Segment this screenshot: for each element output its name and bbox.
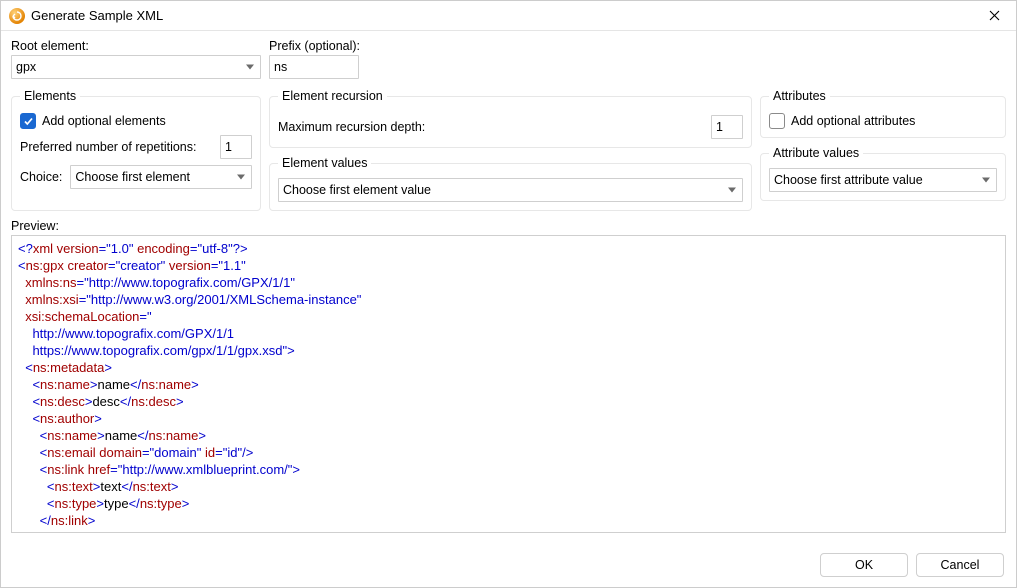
preview-label: Preview: xyxy=(11,219,1006,233)
element-values-group: Element values xyxy=(269,156,752,211)
preview-pane[interactable]: <?xml version="1.0" encoding="utf-8"?><n… xyxy=(11,235,1006,533)
ok-button[interactable]: OK xyxy=(820,553,908,577)
root-element-label: Root element: xyxy=(11,39,261,53)
add-optional-attributes-checkbox[interactable] xyxy=(769,113,785,129)
preview-line: <ns:name>name</ns:name> xyxy=(18,427,999,444)
add-optional-elements-label: Add optional elements xyxy=(42,114,166,128)
preview-line: xmlns:ns="http://www.topografix.com/GPX/… xyxy=(18,274,999,291)
preview-line: xmlns:xsi="http://www.w3.org/2001/XMLSch… xyxy=(18,291,999,308)
choice-label: Choice: xyxy=(20,170,62,184)
root-element-combo[interactable] xyxy=(11,55,261,79)
preview-line: <ns:email domain="domain" id="id"/> xyxy=(18,444,999,461)
choice-combo[interactable] xyxy=(70,165,252,189)
max-depth-input[interactable] xyxy=(711,115,743,139)
attributes-legend: Attributes xyxy=(769,89,830,103)
elements-legend: Elements xyxy=(20,89,80,103)
recursion-legend: Element recursion xyxy=(278,89,387,103)
cancel-button[interactable]: Cancel xyxy=(916,553,1004,577)
preview-line: xsi:schemaLocation=" xyxy=(18,308,999,325)
close-icon[interactable] xyxy=(980,2,1008,30)
preview-line: </ns:author> xyxy=(18,529,999,533)
preview-line: <?xml version="1.0" encoding="utf-8"?> xyxy=(18,240,999,257)
add-optional-elements-checkbox[interactable] xyxy=(20,113,36,129)
prefix-input[interactable] xyxy=(269,55,359,79)
preview-line: <ns:gpx creator="creator" version="1.1" xyxy=(18,257,999,274)
add-optional-attributes-label: Add optional attributes xyxy=(791,114,915,128)
attributes-group: Attributes Add optional attributes xyxy=(760,89,1006,138)
title-bar: Generate Sample XML xyxy=(1,1,1016,31)
pref-reps-label: Preferred number of repetitions: xyxy=(20,140,196,154)
preview-line: http://www.topografix.com/GPX/1/1 xyxy=(18,325,999,342)
max-depth-label: Maximum recursion depth: xyxy=(278,120,425,134)
element-values-legend: Element values xyxy=(278,156,371,170)
prefix-label: Prefix (optional): xyxy=(269,39,389,53)
preview-line: <ns:link href="http://www.xmlblueprint.c… xyxy=(18,461,999,478)
app-icon xyxy=(9,8,25,24)
pref-reps-input[interactable] xyxy=(220,135,252,159)
preview-line: <ns:metadata> xyxy=(18,359,999,376)
preview-line: <ns:text>text</ns:text> xyxy=(18,478,999,495)
elements-group: Elements Add optional elements Preferred… xyxy=(11,89,261,211)
window-title: Generate Sample XML xyxy=(31,8,980,23)
preview-line: <ns:author> xyxy=(18,410,999,427)
recursion-group: Element recursion Maximum recursion dept… xyxy=(269,89,752,148)
preview-line: https://www.topografix.com/gpx/1/1/gpx.x… xyxy=(18,342,999,359)
attribute-values-legend: Attribute values xyxy=(769,146,863,160)
preview-line: <ns:type>type</ns:type> xyxy=(18,495,999,512)
element-values-combo[interactable] xyxy=(278,178,743,202)
preview-line: <ns:name>name</ns:name> xyxy=(18,376,999,393)
attribute-values-combo[interactable] xyxy=(769,168,997,192)
attribute-values-group: Attribute values xyxy=(760,146,1006,201)
preview-line: <ns:desc>desc</ns:desc> xyxy=(18,393,999,410)
preview-line: </ns:link> xyxy=(18,512,999,529)
